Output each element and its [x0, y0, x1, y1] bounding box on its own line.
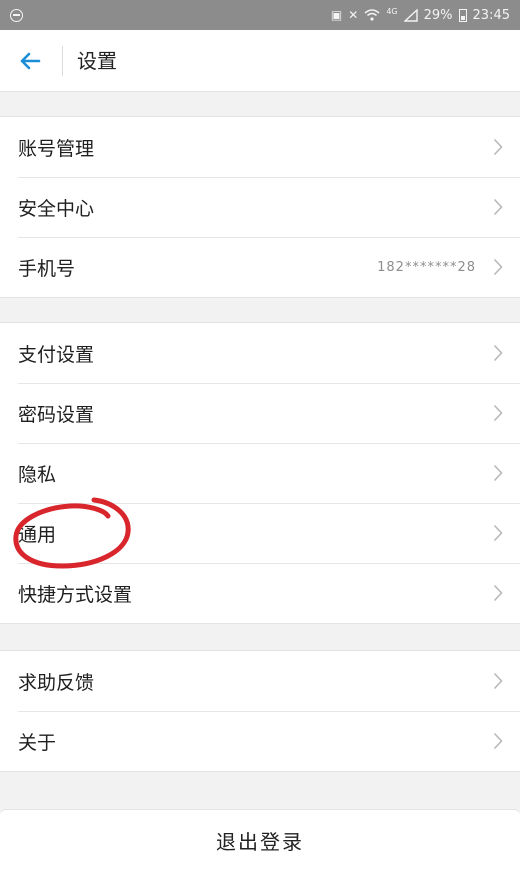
chevron-right-icon — [492, 257, 504, 277]
page-title: 设置 — [77, 49, 117, 73]
battery-percent: 29% — [423, 7, 453, 23]
menu-item-label: 手机号 — [18, 257, 76, 280]
battery-icon — [458, 8, 467, 22]
menu-item-label: 账号管理 — [18, 137, 95, 160]
menu-item-label: 安全中心 — [18, 197, 95, 220]
header-divider — [62, 46, 63, 76]
back-button[interactable] — [12, 44, 48, 78]
chevron-right-icon — [492, 137, 504, 157]
menu-item-phone-number[interactable]: 手机号 182*******28 — [0, 237, 520, 297]
menu-item-label: 隐私 — [18, 463, 57, 486]
menu-item-security-center[interactable]: 安全中心 — [0, 177, 520, 237]
wifi-icon — [364, 9, 380, 21]
menu-item-shortcut-settings[interactable]: 快捷方式设置 — [0, 563, 520, 623]
logout-label: 退出登录 — [216, 829, 304, 854]
settings-group-help: 求助反馈 关于 — [0, 650, 520, 772]
menu-item-label: 通用 — [18, 523, 57, 546]
battery-saver-icon: ▣ — [330, 8, 343, 22]
chevron-right-icon — [492, 343, 504, 363]
clock: 23:45 — [472, 7, 510, 23]
chevron-right-icon — [492, 731, 504, 751]
do-not-disturb-icon — [10, 8, 23, 22]
menu-item-password-settings[interactable]: 密码设置 — [0, 383, 520, 443]
chevron-right-icon — [492, 671, 504, 691]
menu-item-payment-settings[interactable]: 支付设置 — [0, 323, 520, 383]
menu-item-label: 快捷方式设置 — [18, 583, 133, 606]
status-bar: ▣ ✕ 4G 29% 23:45 — [0, 0, 520, 30]
menu-item-label: 支付设置 — [18, 343, 95, 366]
chevron-right-icon — [492, 583, 504, 603]
chevron-right-icon — [492, 463, 504, 483]
arrow-left-icon — [20, 52, 41, 70]
menu-item-help-feedback[interactable]: 求助反馈 — [0, 651, 520, 711]
menu-item-label: 求助反馈 — [18, 671, 95, 694]
chevron-right-icon — [492, 403, 504, 423]
menu-item-privacy[interactable]: 隐私 — [0, 443, 520, 503]
mute-vibrate-icon: ✕ — [348, 8, 359, 22]
menu-item-account-management[interactable]: 账号管理 — [0, 117, 520, 177]
chevron-right-icon — [492, 197, 504, 217]
menu-item-general[interactable]: 通用 — [0, 503, 520, 563]
settings-group-preferences: 支付设置 密码设置 隐私 通用 快捷方式设置 — [0, 322, 520, 624]
menu-item-label: 密码设置 — [18, 403, 95, 426]
signal-icon — [403, 8, 418, 22]
app-header: 设置 — [0, 30, 520, 92]
phone-number-value: 182*******28 — [377, 259, 476, 275]
logout-button[interactable]: 退出登录 — [0, 809, 520, 870]
menu-item-label: 关于 — [18, 731, 57, 754]
network-type: 4G — [386, 6, 398, 16]
menu-item-about[interactable]: 关于 — [0, 711, 520, 771]
settings-group-account: 账号管理 安全中心 手机号 182*******28 — [0, 116, 520, 298]
chevron-right-icon — [492, 523, 504, 543]
